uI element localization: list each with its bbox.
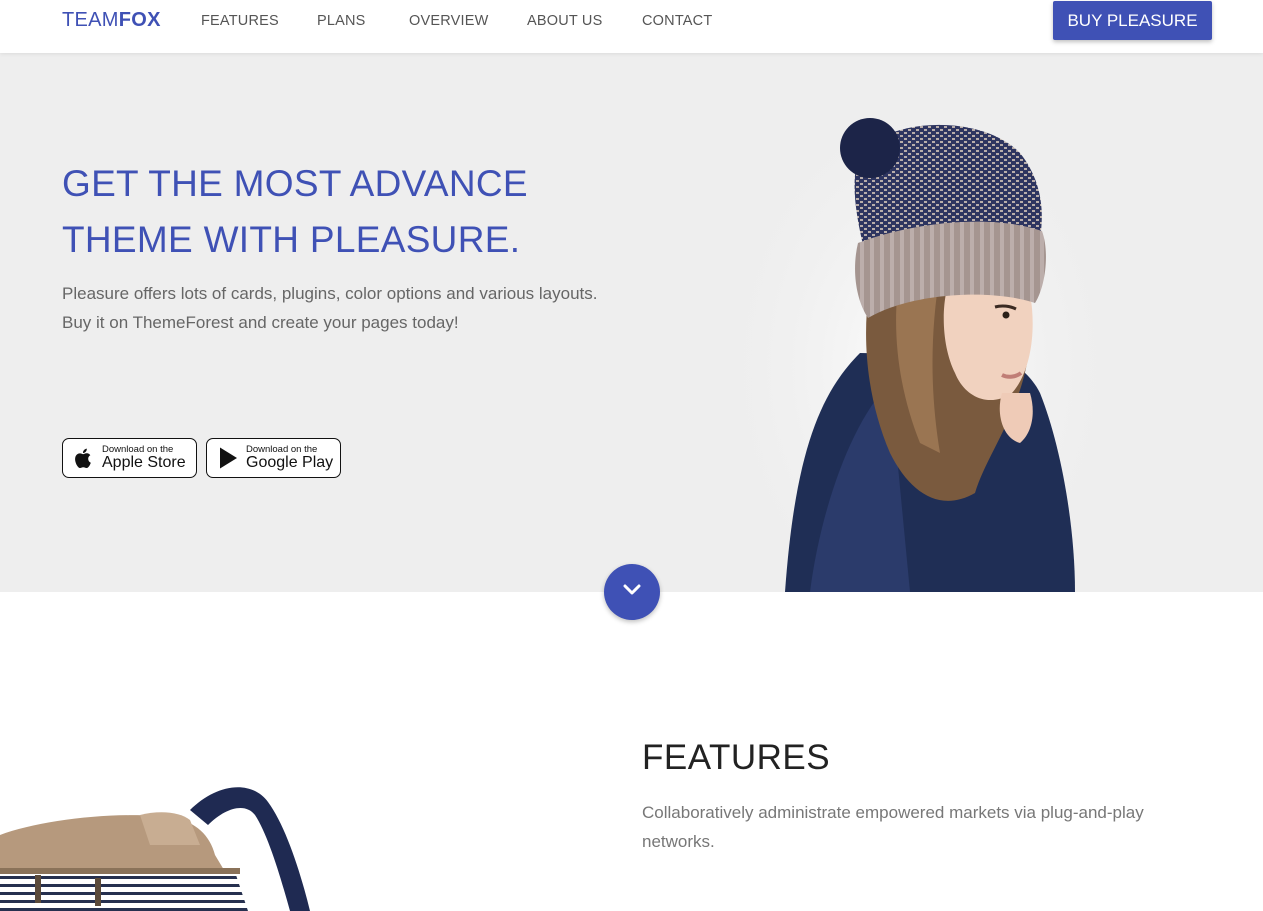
apple-big-text: Apple Store <box>102 454 186 472</box>
nav-contact[interactable]: CONTACT <box>642 13 712 29</box>
hero-woman-image <box>740 93 1100 592</box>
brand-logo[interactable]: TEAMFOX <box>62 9 161 32</box>
apple-store-label: Download on the Apple Store <box>102 445 186 472</box>
hero-description: Pleasure offers lots of cards, plugins, … <box>62 279 682 337</box>
top-navbar: TEAMFOX FEATURES PLANS OVERVIEW ABOUT US… <box>0 0 1263 53</box>
nav-features[interactable]: FEATURES <box>201 13 279 29</box>
scroll-down-button[interactable] <box>604 564 660 620</box>
features-title: FEATURES <box>642 738 831 777</box>
hero-title-line1: GET THE MOST ADVANCE <box>62 163 528 204</box>
nav-plans[interactable]: PLANS <box>317 13 366 29</box>
google-small-text: Download on the <box>246 443 318 455</box>
nav-overview[interactable]: OVERVIEW <box>409 13 489 29</box>
google-play-button[interactable]: Download on the Google Play <box>206 438 341 478</box>
apple-icon <box>72 446 96 470</box>
play-icon <box>216 446 240 470</box>
nav-about-us[interactable]: ABOUT US <box>527 13 602 29</box>
hero-text-line1: Pleasure offers lots of cards, plugins, … <box>62 284 598 303</box>
features-description: Collaboratively administrate empowered m… <box>642 803 1144 851</box>
brand-light: TEAM <box>62 9 119 31</box>
hero-section: GET THE MOST ADVANCE THEME WITH PLEASURE… <box>0 53 1263 592</box>
apple-small-text: Download on the <box>102 443 174 455</box>
hero-text-line2: Buy it on ThemeForest and create your pa… <box>62 313 459 332</box>
brand-bold: FOX <box>118 9 161 31</box>
google-play-label: Download on the Google Play <box>246 445 333 472</box>
chevron-down-icon <box>623 583 641 601</box>
hero-title: GET THE MOST ADVANCE THEME WITH PLEASURE… <box>62 156 662 268</box>
google-big-text: Google Play <box>246 454 334 472</box>
backpack-image <box>0 787 310 911</box>
apple-store-button[interactable]: Download on the Apple Store <box>62 438 197 478</box>
hero-title-line2: THEME WITH PLEASURE. <box>62 219 521 260</box>
buy-pleasure-button[interactable]: BUY PLEASURE <box>1053 1 1212 40</box>
